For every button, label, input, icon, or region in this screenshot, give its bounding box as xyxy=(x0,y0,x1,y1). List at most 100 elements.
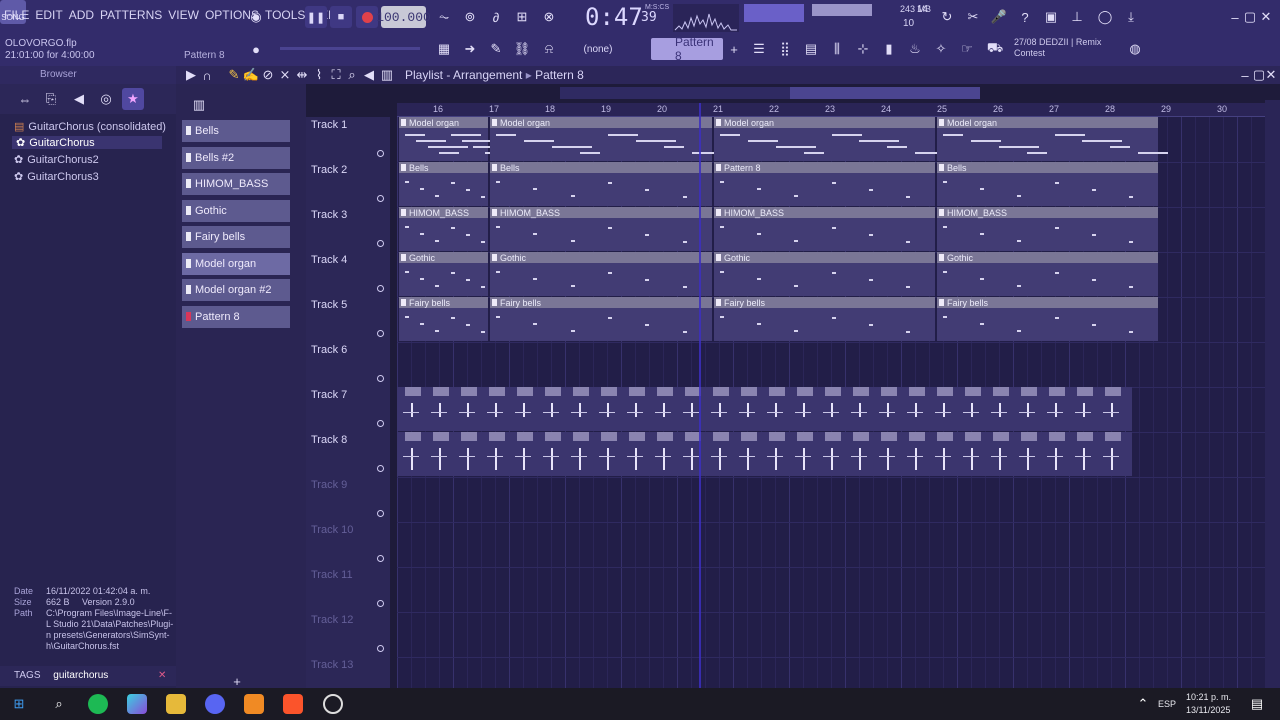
browser-item[interactable]: ▤ GuitarChorus (consolidated) xyxy=(14,120,166,134)
news-panel[interactable]: 27/08 DEDZII | Remix Contest xyxy=(1014,37,1101,59)
stop-button[interactable]: ■ xyxy=(330,6,352,28)
track-mute-button[interactable] xyxy=(377,510,384,517)
playlist-clip[interactable]: Pattern 8 xyxy=(714,162,935,206)
track-mute-button[interactable] xyxy=(377,150,384,157)
mixer-view-icon[interactable]: ⫼ xyxy=(826,38,848,60)
close-icon[interactable]: ✕ xyxy=(1259,6,1273,28)
track-mute-button[interactable] xyxy=(377,285,384,292)
playlist-clip[interactable]: Fairy bells xyxy=(399,297,488,341)
picker-item[interactable]: Gothic xyxy=(182,200,290,222)
track-mute-button[interactable] xyxy=(377,420,384,427)
add-pattern-icon[interactable]: + xyxy=(727,38,741,60)
menu-file[interactable]: FILE xyxy=(4,8,29,22)
save-icon[interactable]: ▣ xyxy=(1040,6,1062,28)
discord-icon[interactable] xyxy=(205,694,225,714)
track-label[interactable]: Track 11 xyxy=(311,569,353,581)
browser-item[interactable]: ✿ GuitarChorus2 xyxy=(14,153,99,167)
track-mute-button[interactable] xyxy=(377,330,384,337)
playlist-clip[interactable]: Model organ xyxy=(937,117,1169,161)
track-label[interactable]: Track 10 xyxy=(311,524,353,536)
wait-input-icon[interactable]: ⊚ xyxy=(459,6,481,28)
magnet-icon[interactable]: ∩ xyxy=(200,66,214,84)
grid-view-icon[interactable]: ▥ xyxy=(380,66,394,84)
playlist-clip[interactable]: HIMOM_BASS xyxy=(714,207,935,251)
cut-icon[interactable]: ✂ xyxy=(962,6,984,28)
globe-icon[interactable]: ◍ xyxy=(1124,38,1146,60)
tempo-display[interactable]: 100.000 xyxy=(376,6,431,28)
playlist-clip[interactable]: Gothic xyxy=(714,252,935,296)
download-icon[interactable]: ⤓ xyxy=(1120,6,1142,28)
clear-tags-icon[interactable]: ✕ xyxy=(158,666,166,686)
track-label[interactable]: Track 1 xyxy=(311,119,347,131)
pattern-selector[interactable]: Pattern 8 xyxy=(651,35,723,63)
playlist-clip[interactable]: HIMOM_BASS xyxy=(937,207,1158,251)
link-icon[interactable]: ⛓ xyxy=(511,38,533,60)
zoom-tool-icon[interactable]: ⌕ xyxy=(345,66,359,84)
select-tool-icon[interactable]: ⛶ xyxy=(329,66,343,84)
language-indicator[interactable]: ESP xyxy=(1158,699,1176,709)
track-label[interactable]: Track 4 xyxy=(311,254,347,266)
browser-item[interactable]: ✿ GuitarChorus xyxy=(12,136,162,149)
picker-item[interactable]: Model organ xyxy=(182,253,290,275)
minimize-icon[interactable]: – xyxy=(1228,6,1242,28)
playlist-clip[interactable]: Fairy bells xyxy=(490,297,712,341)
keyboard-icon[interactable]: ▦ xyxy=(433,38,455,60)
picker-item[interactable]: Pattern 8 xyxy=(182,306,290,328)
playlist-clip[interactable]: Gothic xyxy=(937,252,1158,296)
playlist-close-icon[interactable]: ✕ xyxy=(1264,66,1278,84)
track-label[interactable]: Track 13 xyxy=(311,659,353,671)
draw-tool-icon[interactable]: ✎ xyxy=(227,66,241,84)
back-icon[interactable]: ◀ xyxy=(68,88,90,110)
track-label[interactable]: Track 9 xyxy=(311,479,347,491)
track-label[interactable]: Track 6 xyxy=(311,344,347,356)
tools-icon[interactable]: ✧ xyxy=(930,38,952,60)
piano-icon[interactable]: ▥ xyxy=(188,94,210,116)
track-mute-button[interactable] xyxy=(377,240,384,247)
playlist-clip[interactable]: Bells xyxy=(490,162,712,206)
pencil-icon[interactable]: ✎ xyxy=(485,38,507,60)
track-mute-button[interactable] xyxy=(377,195,384,202)
copilot-icon[interactable] xyxy=(127,694,147,714)
touch-icon[interactable]: ☞ xyxy=(956,38,978,60)
expand-icon[interactable]: ⇔ xyxy=(14,88,36,110)
playlist-clip[interactable]: Fairy bells xyxy=(937,297,1158,341)
playback-tool-icon[interactable]: ◀ xyxy=(362,66,376,84)
notifications-icon[interactable]: ▤ xyxy=(1246,693,1268,715)
slice-tool-icon[interactable]: ⌇ xyxy=(312,66,326,84)
record-button[interactable] xyxy=(356,6,378,28)
bell-icon[interactable]: ⍾ xyxy=(538,38,560,60)
tray-chevron-icon[interactable]: ⌃ xyxy=(1132,693,1154,715)
piano-roll-icon[interactable]: ▤ xyxy=(800,38,822,60)
playlist-clip[interactable]: Fairy bells xyxy=(714,297,935,341)
menu-add[interactable]: ADD xyxy=(69,8,94,22)
scrollbar-thumb[interactable] xyxy=(790,87,980,99)
track-mute-button[interactable] xyxy=(377,555,384,562)
disc-icon[interactable]: ◎ xyxy=(95,88,117,110)
countdown-icon[interactable]: ∂ xyxy=(485,6,507,28)
mixer-icon[interactable]: ⊥ xyxy=(1066,6,1088,28)
track-label[interactable]: Track 2 xyxy=(311,164,347,176)
microphone-icon[interactable]: 🎤 xyxy=(988,6,1010,28)
arrangement-grid[interactable]: Model organ Model organ Model organ Model o… xyxy=(397,117,1265,688)
slip-tool-icon[interactable]: ⇹ xyxy=(295,66,309,84)
track-mute-button[interactable] xyxy=(377,375,384,382)
playlist-clip[interactable]: Model organ xyxy=(399,117,515,161)
menu-edit[interactable]: EDIT xyxy=(35,8,62,22)
delete-tool-icon[interactable]: ⊘ xyxy=(261,66,275,84)
track-label[interactable]: Track 12 xyxy=(311,614,353,626)
help-icon[interactable]: ? xyxy=(1014,6,1036,28)
playlist-clip[interactable]: Gothic xyxy=(490,252,712,296)
track-label[interactable]: Track 7 xyxy=(311,389,347,401)
master-knob-icon[interactable]: ◉ xyxy=(245,6,267,28)
picker-item[interactable]: HIMOM_BASS xyxy=(182,173,290,195)
track-mute-button[interactable] xyxy=(377,645,384,652)
vertical-scrollbar[interactable] xyxy=(1265,100,1280,688)
copy-icon[interactable]: ⎘ xyxy=(40,88,62,110)
search-icon[interactable]: ⌕ xyxy=(48,693,70,715)
playlist-clip[interactable]: Bells xyxy=(937,162,1158,206)
undo-icon[interactable]: ↻ xyxy=(936,6,958,28)
loop-record-icon[interactable]: ⊗ xyxy=(538,6,560,28)
playlist-clip[interactable]: Model organ xyxy=(714,117,946,161)
master-pitch-knob-icon[interactable]: ● xyxy=(245,38,267,60)
playlist-icon[interactable]: ☰ xyxy=(748,38,770,60)
